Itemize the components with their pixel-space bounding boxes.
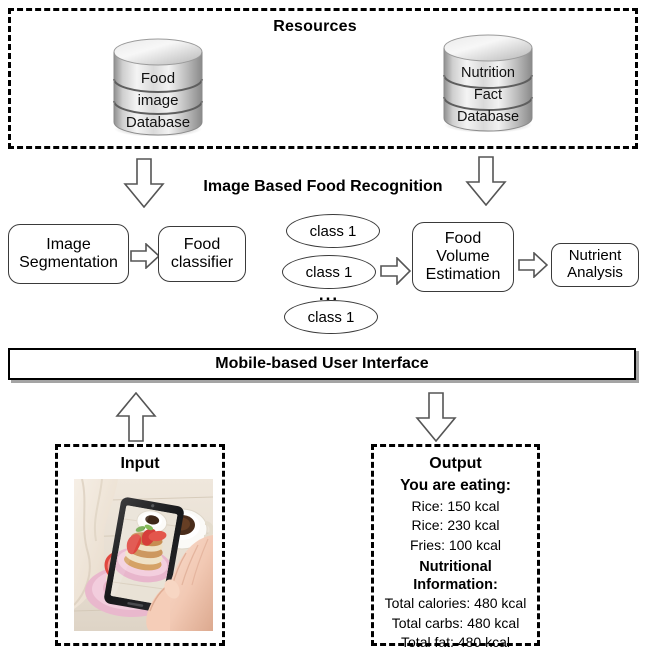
- diagram-canvas: Resources Food image Database Nutrition …: [0, 0, 646, 652]
- output-eating-header: You are eating:: [400, 477, 511, 494]
- output-item: Rice: 150 kcal: [411, 497, 500, 514]
- input-title: Input: [120, 455, 160, 472]
- pipeline-title: Image Based Food Recognition: [203, 178, 443, 195]
- process-label: Nutrient Analysis: [567, 247, 623, 281]
- food-image-database-cylinder: Food image Database: [104, 36, 212, 136]
- input-food-photo: [74, 479, 213, 631]
- output-item: Rice: 230 kcal: [411, 517, 500, 534]
- cylinder-shape: [443, 34, 533, 132]
- output-group: Output You are eating: Rice: 150 kcal Ri…: [371, 444, 540, 650]
- process-label: Food Volume Estimation: [425, 230, 501, 283]
- process-nutrient-analysis[interactable]: Nutrient Analysis: [551, 243, 639, 287]
- process-label: Image Segmentation: [19, 236, 118, 271]
- process-label: Food classifier: [170, 236, 234, 271]
- input-group: Input: [55, 444, 225, 646]
- arrow-input-to-ui: [115, 392, 157, 442]
- class-label: class 1: [309, 222, 357, 240]
- arrow-segmentation-to-classifier: [130, 243, 160, 269]
- nutrition-fact-database-cylinder: Nutrition Fact Database: [434, 32, 542, 132]
- output-item: Fries: 100 kcal: [409, 537, 502, 554]
- class-label: class 1: [305, 263, 353, 281]
- class-label: class 1: [307, 308, 355, 326]
- output-total: Total fat: 480 kcal: [401, 634, 510, 651]
- output-title: Output: [429, 455, 482, 472]
- process-food-classifier[interactable]: Food classifier: [158, 226, 246, 282]
- class-ellipse[interactable]: class 1: [282, 255, 376, 289]
- arrow-ui-to-output: [415, 392, 457, 442]
- arrow-classes-to-volume: [380, 257, 411, 285]
- output-total: Total carbs: 480 kcal: [391, 614, 520, 631]
- process-food-volume-estimation[interactable]: Food Volume Estimation: [412, 222, 514, 292]
- cylinder-shape: [113, 38, 203, 136]
- output-nutrition-header-line2: Information:: [413, 576, 498, 593]
- arrow-volume-to-nutrient: [518, 252, 548, 278]
- ui-bar-label: Mobile-based User Interface: [215, 355, 429, 372]
- mobile-user-interface-bar[interactable]: Mobile-based User Interface: [8, 348, 636, 380]
- process-image-segmentation[interactable]: Image Segmentation: [8, 224, 129, 284]
- class-ellipse[interactable]: class 1: [284, 300, 378, 334]
- class-ellipse[interactable]: class 1: [286, 214, 380, 248]
- output-nutrition-header-line1: Nutritional: [419, 559, 492, 576]
- output-body: You are eating: Rice: 150 kcal Rice: 230…: [374, 477, 537, 652]
- output-total: Total calories: 480 kcal: [384, 595, 527, 611]
- food-photo-illustration: [74, 479, 213, 631]
